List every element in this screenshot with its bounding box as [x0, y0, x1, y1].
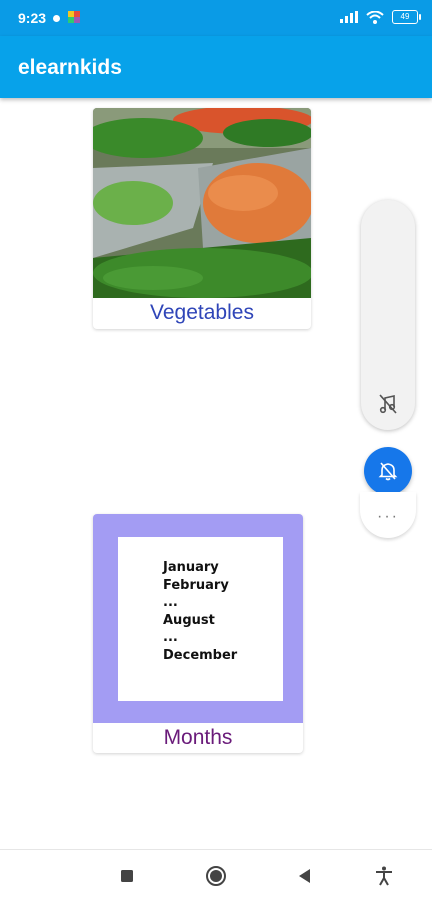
app-notification-icon — [68, 11, 80, 23]
status-time: 9:23 — [18, 10, 47, 26]
more-options-button[interactable]: ··· — [360, 492, 416, 538]
music-off-icon[interactable] — [376, 392, 400, 416]
category-card-months[interactable]: January February ... August ... December… — [93, 514, 303, 753]
floating-side-panel — [361, 200, 415, 430]
battery-icon: 49 — [392, 10, 421, 24]
home-icon[interactable] — [204, 864, 228, 888]
months-image-text: January February ... August ... December — [163, 560, 238, 663]
notifications-toggle-button[interactable] — [364, 447, 412, 495]
vegetables-image — [93, 108, 311, 298]
notification-dot-icon — [53, 15, 60, 22]
recent-apps-icon[interactable] — [115, 864, 139, 888]
app-title: elearnkids — [18, 56, 122, 79]
system-nav-bar — [0, 849, 432, 901]
category-card-vegetables[interactable]: Vegetables — [93, 108, 311, 329]
more-icon: ··· — [377, 508, 399, 525]
wifi-icon — [366, 10, 384, 24]
signal-icon — [340, 11, 358, 23]
status-bar: 9:23 49 — [0, 0, 432, 36]
accessibility-icon[interactable] — [372, 864, 396, 888]
notifications-off-icon — [378, 462, 398, 481]
category-label: Vegetables — [150, 301, 254, 324]
status-indicators: 49 — [340, 10, 421, 24]
app-bar: elearnkids — [0, 36, 432, 98]
months-image: January February ... August ... December — [93, 514, 303, 723]
category-label: Months — [163, 726, 233, 749]
back-icon[interactable] — [293, 864, 317, 888]
